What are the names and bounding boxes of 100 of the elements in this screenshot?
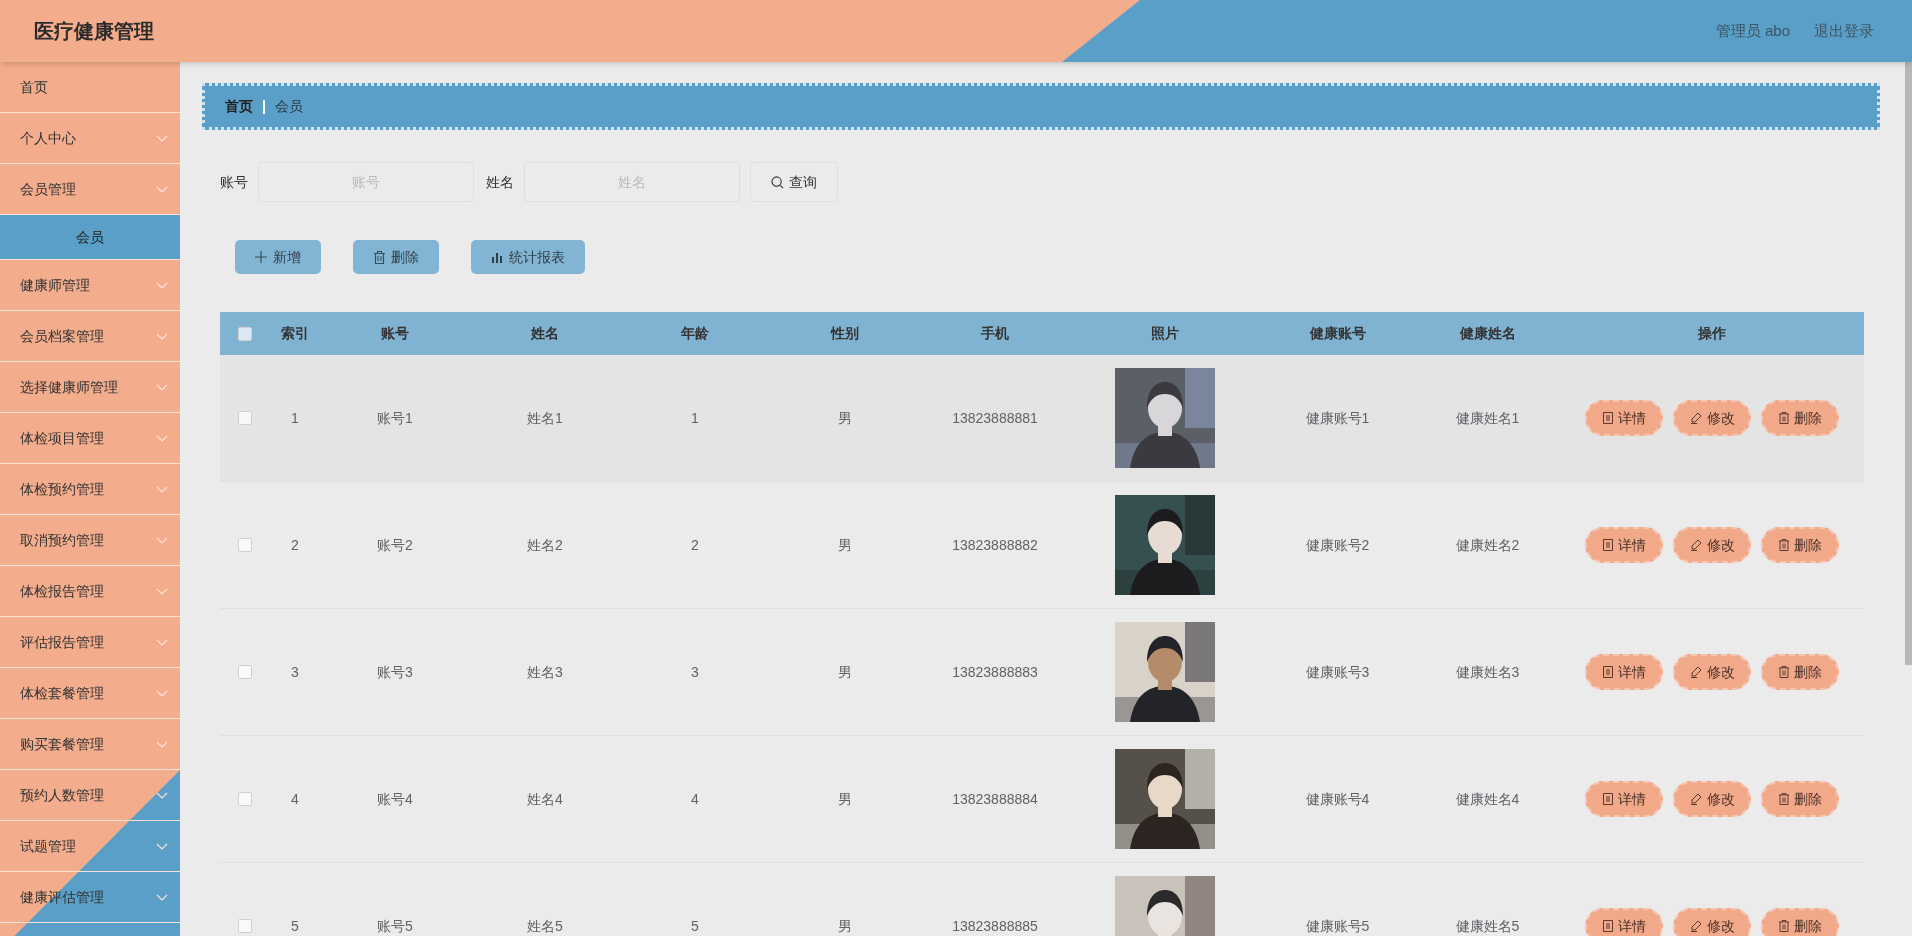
table-cell-text: 13823888882 bbox=[952, 535, 1038, 555]
report-button[interactable]: 统计报表 bbox=[471, 240, 585, 274]
document-icon bbox=[1602, 666, 1613, 678]
delete-button[interactable]: 删除 bbox=[1761, 400, 1839, 436]
table-cell-text: 13823888884 bbox=[952, 789, 1038, 809]
pencil-icon bbox=[1689, 539, 1702, 551]
sidebar-item[interactable]: 取消预约管理 bbox=[0, 515, 180, 566]
pencil-icon bbox=[1689, 666, 1702, 678]
document-icon bbox=[1602, 793, 1613, 805]
document-icon bbox=[1602, 412, 1613, 424]
edit-button[interactable]: 修改 bbox=[1673, 400, 1751, 436]
table-cell-text: 健康账号5 bbox=[1305, 916, 1370, 936]
breadcrumb-link[interactable]: 首页 bbox=[225, 96, 253, 117]
search-button[interactable]: 查询 bbox=[750, 162, 838, 202]
table-cell-text: 4 bbox=[291, 789, 299, 809]
edit-button[interactable]: 修改 bbox=[1673, 781, 1751, 817]
table-cell-text: 姓名2 bbox=[527, 535, 563, 555]
delete-button[interactable]: 删除 bbox=[1761, 654, 1839, 690]
chevron-down-icon bbox=[156, 894, 168, 902]
table-cell-text: 13823888881 bbox=[952, 408, 1038, 428]
table-cell-text: 账号3 bbox=[377, 662, 413, 682]
sidebar-item[interactable]: 试题管理 bbox=[0, 821, 180, 872]
table-cell-text: 账号1 bbox=[377, 408, 413, 428]
sidebar-item[interactable]: 会员档案管理 bbox=[0, 311, 180, 362]
trash-icon bbox=[1778, 539, 1789, 551]
edit-button[interactable]: 修改 bbox=[1673, 908, 1751, 936]
table-cell-text: 2 bbox=[291, 535, 299, 555]
chevron-down-icon bbox=[156, 486, 168, 494]
table-cell-text: 男 bbox=[838, 789, 852, 809]
table-cell-text: 健康姓名3 bbox=[1455, 662, 1520, 682]
pencil-icon bbox=[1689, 793, 1702, 805]
column-header: 手机 bbox=[980, 324, 1010, 343]
trash-icon bbox=[1778, 412, 1789, 424]
delete-button[interactable]: 删除 bbox=[353, 240, 439, 274]
sidebar-item[interactable]: 个人中心 bbox=[0, 113, 180, 164]
checkbox[interactable] bbox=[238, 538, 252, 552]
table-cell-text: 2 bbox=[691, 535, 699, 555]
delete-button[interactable]: 删除 bbox=[1761, 527, 1839, 563]
table-cell-text: 账号4 bbox=[377, 789, 413, 809]
table-cell-text: 健康账号3 bbox=[1305, 662, 1370, 682]
column-header: 账号 bbox=[380, 324, 410, 343]
chevron-down-icon bbox=[156, 186, 168, 194]
pencil-icon bbox=[1689, 920, 1702, 932]
chevron-down-icon bbox=[156, 282, 168, 290]
edit-button[interactable]: 修改 bbox=[1673, 527, 1751, 563]
chevron-down-icon bbox=[156, 135, 168, 143]
sidebar-item[interactable]: 体检项目管理 bbox=[0, 413, 180, 464]
sidebar-item[interactable]: 体检预约管理 bbox=[0, 464, 180, 515]
table-cell-text: 健康账号1 bbox=[1305, 408, 1370, 428]
detail-button[interactable]: 详情 bbox=[1585, 781, 1663, 817]
column-header: 操作 bbox=[1697, 324, 1727, 343]
delete-button[interactable]: 删除 bbox=[1761, 781, 1839, 817]
table-cell-text: 4 bbox=[691, 789, 699, 809]
sidebar-item[interactable]: 评估报告管理 bbox=[0, 617, 180, 668]
sidebar-item[interactable]: 体检报告管理 bbox=[0, 566, 180, 617]
detail-button[interactable]: 详情 bbox=[1585, 400, 1663, 436]
column-header: 照片 bbox=[1150, 324, 1180, 343]
column-header: 健康账号 bbox=[1308, 324, 1367, 343]
detail-button[interactable]: 详情 bbox=[1585, 908, 1663, 936]
column-header: 索引 bbox=[280, 324, 310, 343]
chevron-down-icon bbox=[156, 384, 168, 392]
checkbox[interactable] bbox=[238, 665, 252, 679]
sidebar-item[interactable]: 购买套餐管理 bbox=[0, 719, 180, 770]
chevron-down-icon bbox=[156, 690, 168, 698]
plus-icon bbox=[255, 251, 267, 263]
add-button[interactable]: 新增 bbox=[235, 240, 321, 274]
table-cell-text: 男 bbox=[838, 662, 852, 682]
table-cell-text: 健康账号4 bbox=[1305, 789, 1370, 809]
column-header: 年龄 bbox=[680, 324, 710, 343]
sidebar-item[interactable]: 预约人数管理 bbox=[0, 770, 180, 821]
detail-button[interactable]: 详情 bbox=[1585, 654, 1663, 690]
table-cell-text: 1 bbox=[291, 408, 299, 428]
sidebar-item[interactable]: 首页 bbox=[0, 62, 180, 113]
checkbox[interactable] bbox=[238, 326, 252, 341]
checkbox[interactable] bbox=[238, 919, 252, 933]
delete-button[interactable]: 删除 bbox=[1761, 908, 1839, 936]
breadcrumb-link[interactable]: 会员 bbox=[275, 96, 303, 117]
table-cell-text: 男 bbox=[838, 916, 852, 936]
edit-button[interactable]: 修改 bbox=[1673, 654, 1751, 690]
table-cell-text: 账号2 bbox=[377, 535, 413, 555]
sidebar-item[interactable]: 健康师管理 bbox=[0, 260, 180, 311]
checkbox[interactable] bbox=[238, 411, 252, 425]
bar-chart-icon bbox=[491, 251, 503, 263]
table-cell-text: 姓名4 bbox=[527, 789, 563, 809]
chevron-down-icon bbox=[156, 792, 168, 800]
detail-button[interactable]: 详情 bbox=[1585, 527, 1663, 563]
scrollbar-thumb[interactable] bbox=[1905, 62, 1912, 665]
table-cell-text: 健康姓名1 bbox=[1455, 408, 1520, 428]
checkbox[interactable] bbox=[238, 792, 252, 806]
sidebar-subitem[interactable]: 会员 bbox=[0, 215, 180, 260]
sidebar-item[interactable]: 体检套餐管理 bbox=[0, 668, 180, 719]
trash-icon bbox=[373, 250, 385, 264]
sidebar-item[interactable]: 选择健康师管理 bbox=[0, 362, 180, 413]
table-cell-text: 健康账号2 bbox=[1305, 535, 1370, 555]
table-cell-text: 13823888883 bbox=[952, 662, 1038, 682]
trash-icon bbox=[1778, 920, 1789, 932]
table-cell-text: 男 bbox=[838, 535, 852, 555]
table-cell-text: 健康姓名5 bbox=[1455, 916, 1520, 936]
table-cell-text: 男 bbox=[838, 408, 852, 428]
chevron-down-icon bbox=[156, 333, 168, 341]
